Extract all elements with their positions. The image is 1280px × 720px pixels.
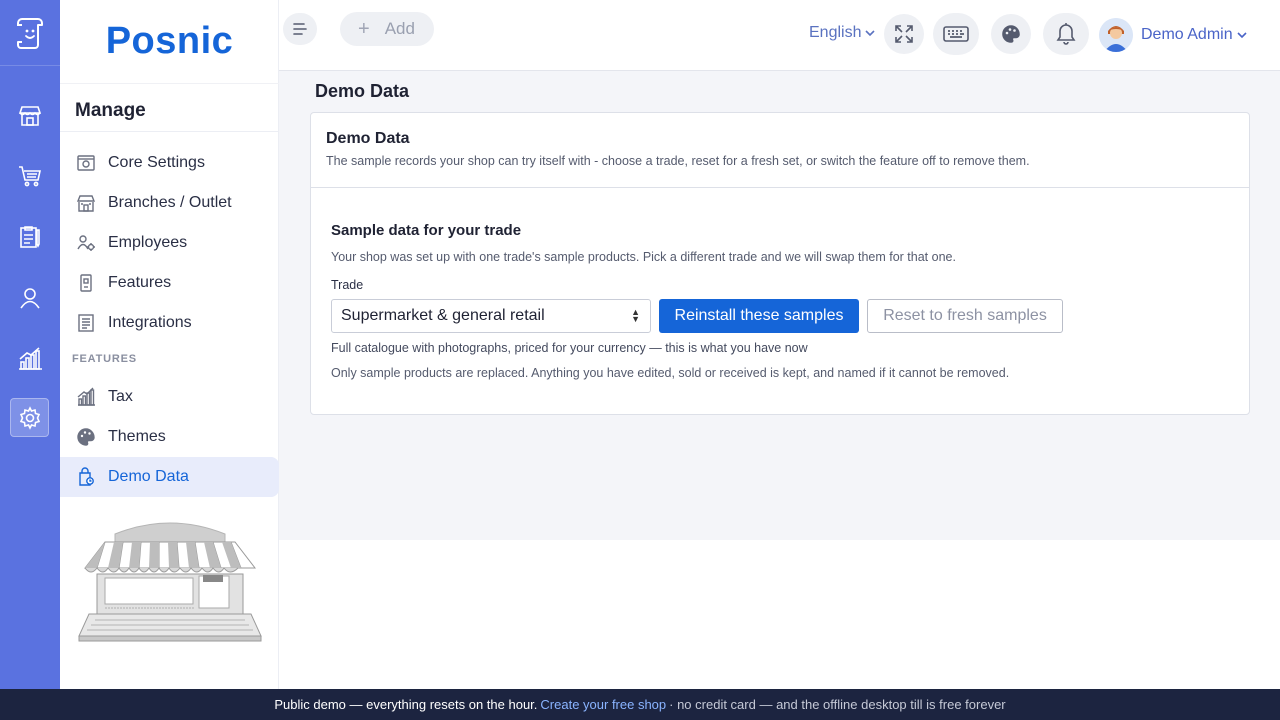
sidebar-item-core-settings[interactable]: Core Settings <box>60 143 279 183</box>
app-logo-icon[interactable] <box>0 0 60 66</box>
settings-icon <box>75 152 97 174</box>
keyboard-icon <box>943 26 969 42</box>
section-title: Sample data for your trade <box>331 222 522 239</box>
topbar: + Add English Demo Admin <box>279 0 1280 71</box>
sidebar-item-employees[interactable]: Employees <box>60 223 279 263</box>
sidebar-item-demo-data[interactable]: Demo Data <box>60 457 279 497</box>
trade-select[interactable]: Supermarket & general retail ▲ ▼ <box>331 299 651 333</box>
notifications-button[interactable] <box>1043 13 1089 55</box>
keyboard-shortcuts-button[interactable] <box>933 13 979 55</box>
plus-icon: + <box>358 17 370 40</box>
sidebar-item-label: Employees <box>108 234 188 251</box>
user-nav-icon[interactable] <box>10 278 49 317</box>
chevron-down-icon <box>1237 32 1247 39</box>
replacement-note: Only sample products are replaced. Anyth… <box>331 366 1010 380</box>
divider <box>60 131 279 132</box>
brand-logo[interactable]: Posnic <box>60 0 279 84</box>
fullscreen-icon <box>895 25 913 43</box>
page-title: Demo Data <box>315 81 410 101</box>
sidebar-heading: Manage <box>75 100 146 121</box>
user-name: Demo Admin <box>1141 26 1233 43</box>
store-icon <box>75 192 97 214</box>
trade-label: Trade <box>331 278 364 292</box>
palette-icon <box>75 426 97 448</box>
shop-illustration <box>75 512 265 647</box>
trade-select-value: Supermarket & general retail <box>341 307 545 324</box>
tax-icon <box>75 386 97 408</box>
sidebar-item-branches[interactable]: Branches / Outlet <box>60 183 279 223</box>
demo-banner: Public demo — everything resets on the h… <box>0 689 1280 720</box>
clipboard-nav-icon[interactable] <box>10 217 49 256</box>
sidebar-item-themes[interactable]: Themes <box>60 417 279 457</box>
card-description: The sample records your shop can try its… <box>326 154 1030 168</box>
sidebar-item-label: Core Settings <box>108 154 205 171</box>
palette-icon <box>1002 25 1020 43</box>
brand-name: Posnic <box>105 20 234 62</box>
sidebar-item-label: Branches / Outlet <box>108 194 232 211</box>
features-icon <box>75 272 97 294</box>
settings-nav-icon[interactable] <box>10 398 49 437</box>
sidebar-item-label: Features <box>108 274 172 291</box>
settings-sidebar: Posnic Manage Core Settings Branches / O… <box>60 0 279 689</box>
banner-subtext: · no credit card — and the offline deskt… <box>669 697 1006 712</box>
card-title: Demo Data <box>326 130 410 147</box>
menu-icon <box>293 23 307 35</box>
content-lower-area <box>279 540 1280 689</box>
sidebar-section-label: FEATURES <box>72 353 137 365</box>
add-button-label: Add <box>384 19 415 38</box>
user-menu[interactable]: Demo Admin <box>1099 18 1248 52</box>
sidebar-item-label: Demo Data <box>108 468 189 485</box>
select-arrows-icon: ▲ ▼ <box>631 307 640 324</box>
reports-nav-icon[interactable] <box>10 339 49 378</box>
add-button[interactable]: + Add <box>340 12 434 46</box>
chevron-down-icon <box>865 30 876 37</box>
store-nav-icon[interactable] <box>10 96 49 135</box>
cart-nav-icon[interactable] <box>10 156 49 195</box>
sidebar-item-label: Themes <box>108 428 166 445</box>
sidebar-item-label: Tax <box>108 388 133 405</box>
avatar <box>1099 18 1133 52</box>
sidebar-item-tax[interactable]: Tax <box>60 377 279 417</box>
sidebar-item-label: Integrations <box>108 314 192 331</box>
language-label: English <box>809 24 862 41</box>
sidebar-item-integrations[interactable]: Integrations <box>60 303 279 343</box>
card-header: Demo Data The sample records your shop c… <box>311 113 1249 188</box>
reinstall-samples-button[interactable]: Reinstall these samples <box>659 299 859 333</box>
section-description: Your shop was set up with one trade's sa… <box>331 250 956 264</box>
current-trade-hint: Full catalogue with photographs, priced … <box>331 341 808 355</box>
integrations-icon <box>75 312 97 334</box>
icon-rail <box>0 0 60 689</box>
fullscreen-button[interactable] <box>884 14 924 54</box>
menu-toggle-button[interactable] <box>283 13 317 45</box>
language-selector[interactable]: English <box>809 24 876 42</box>
bell-icon <box>1056 23 1076 45</box>
sidebar-item-features[interactable]: Features <box>60 263 279 303</box>
create-shop-link[interactable]: Create your free shop <box>540 697 666 712</box>
banner-text: Public demo — everything resets on the h… <box>274 697 538 712</box>
employees-icon <box>75 232 97 254</box>
reset-samples-button[interactable]: Reset to fresh samples <box>867 299 1063 333</box>
theme-button[interactable] <box>991 14 1031 54</box>
demo-data-card: Demo Data The sample records your shop c… <box>310 112 1250 415</box>
demo-data-icon <box>75 466 97 488</box>
